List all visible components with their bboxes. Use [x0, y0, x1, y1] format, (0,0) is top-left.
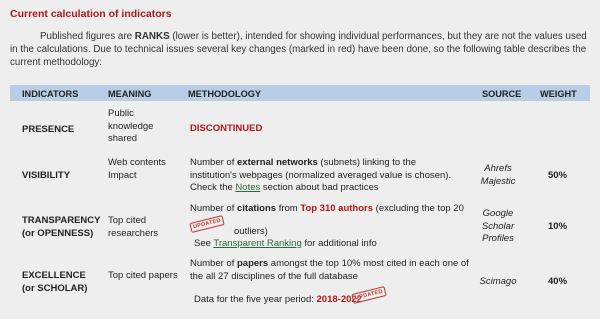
methodology-visibility: Number of external networks (subnets) li… [190, 157, 465, 195]
indicator-transparency-line-2: (or OPENNESS) [22, 227, 94, 239]
transparent-ranking-link[interactable]: Transparent Ranking [213, 238, 301, 249]
methodology-transparency-text-5: See [194, 238, 214, 249]
header-weight: WEIGHT [540, 89, 577, 99]
table-header: INDICATORS MEANING METHODOLOGY SOURCE WE… [10, 85, 590, 101]
methodology-transparency-text-1: Number of [190, 203, 237, 214]
methodology-presence: DISCONTINUED [190, 123, 263, 134]
meaning-presence: Public knowledge shared [108, 108, 154, 144]
source-visibility: Ahrefs Majestic [480, 163, 516, 187]
intro-text-1: Published figures are [40, 31, 135, 42]
indicator-excellence: EXCELLENCE (or SCHOLAR) [22, 270, 87, 295]
updated-stamp-icon: UPDATED [189, 215, 225, 233]
methodology-transparency-bold: citations [237, 203, 277, 214]
methodology-visibility-bold: external networks [237, 157, 318, 168]
header-meaning: MEANING [108, 89, 152, 99]
header-indicators: INDICATORS [22, 89, 79, 99]
methodology-transparency-line-3: See Transparent Ranking for additional i… [194, 238, 377, 251]
meaning-transparency: Top cited researchers [108, 215, 159, 239]
methodology-transparency-text-2: from [276, 203, 301, 214]
weight-excellence: 40% [548, 276, 568, 287]
source-transparency: Google Scholar Profiles [481, 208, 515, 244]
indicator-excellence-line-2: (or SCHOLAR) [22, 282, 88, 294]
methodology-transparency-text-3: (excluding the top 20 [373, 203, 464, 214]
methodology-transparency-text-6: for additional info [301, 238, 377, 249]
indicator-transparency: TRANSPARENCY (or OPENNESS) [22, 215, 100, 240]
notes-link[interactable]: Notes [235, 182, 260, 193]
methodology-transparency-line-1: Number of citations from Top 310 authors… [190, 203, 470, 216]
header-source: SOURCE [482, 89, 522, 99]
header-methodology: METHODOLOGY [188, 89, 261, 99]
meaning-excellence: Top cited papers [108, 270, 178, 281]
source-excellence: Scimago [479, 276, 517, 287]
page-title: Current calculation of indicators [10, 8, 172, 20]
methodology-excellence-text-3: Data for the five year period: [194, 294, 317, 305]
methodology-excellence-bold: papers [237, 258, 269, 269]
methodology-visibility-text-1: Number of [190, 157, 237, 168]
meaning-visibility: Web contents Impact [108, 157, 166, 181]
methodology-transparency-line-2: outliers) [234, 226, 268, 237]
methodology-excellence-line-2: Data for the five year period: 2018-2022 [194, 294, 362, 307]
intro-paragraph: Published figures are RANKS (lower is be… [10, 30, 590, 69]
indicator-visibility: VISIBILITY [22, 170, 71, 181]
methodology-excellence-line-1: Number of papers amongst the top 10% mos… [190, 258, 470, 283]
indicator-excellence-line-1: EXCELLENCE [22, 270, 86, 281]
weight-visibility: 50% [548, 170, 568, 181]
updated-stamp-icon: UPDATED [351, 286, 387, 304]
indicator-presence: PRESENCE [22, 124, 75, 135]
methodology-visibility-text-3: section about bad practices [260, 182, 379, 193]
methodology-excellence-text-1: Number of [190, 258, 237, 269]
indicator-transparency-line-1: TRANSPARENCY [22, 215, 101, 226]
intro-bold-ranks: RANKS [134, 31, 170, 42]
methodology-transparency-red: Top 310 authors [300, 203, 374, 214]
weight-transparency: 10% [548, 221, 568, 232]
